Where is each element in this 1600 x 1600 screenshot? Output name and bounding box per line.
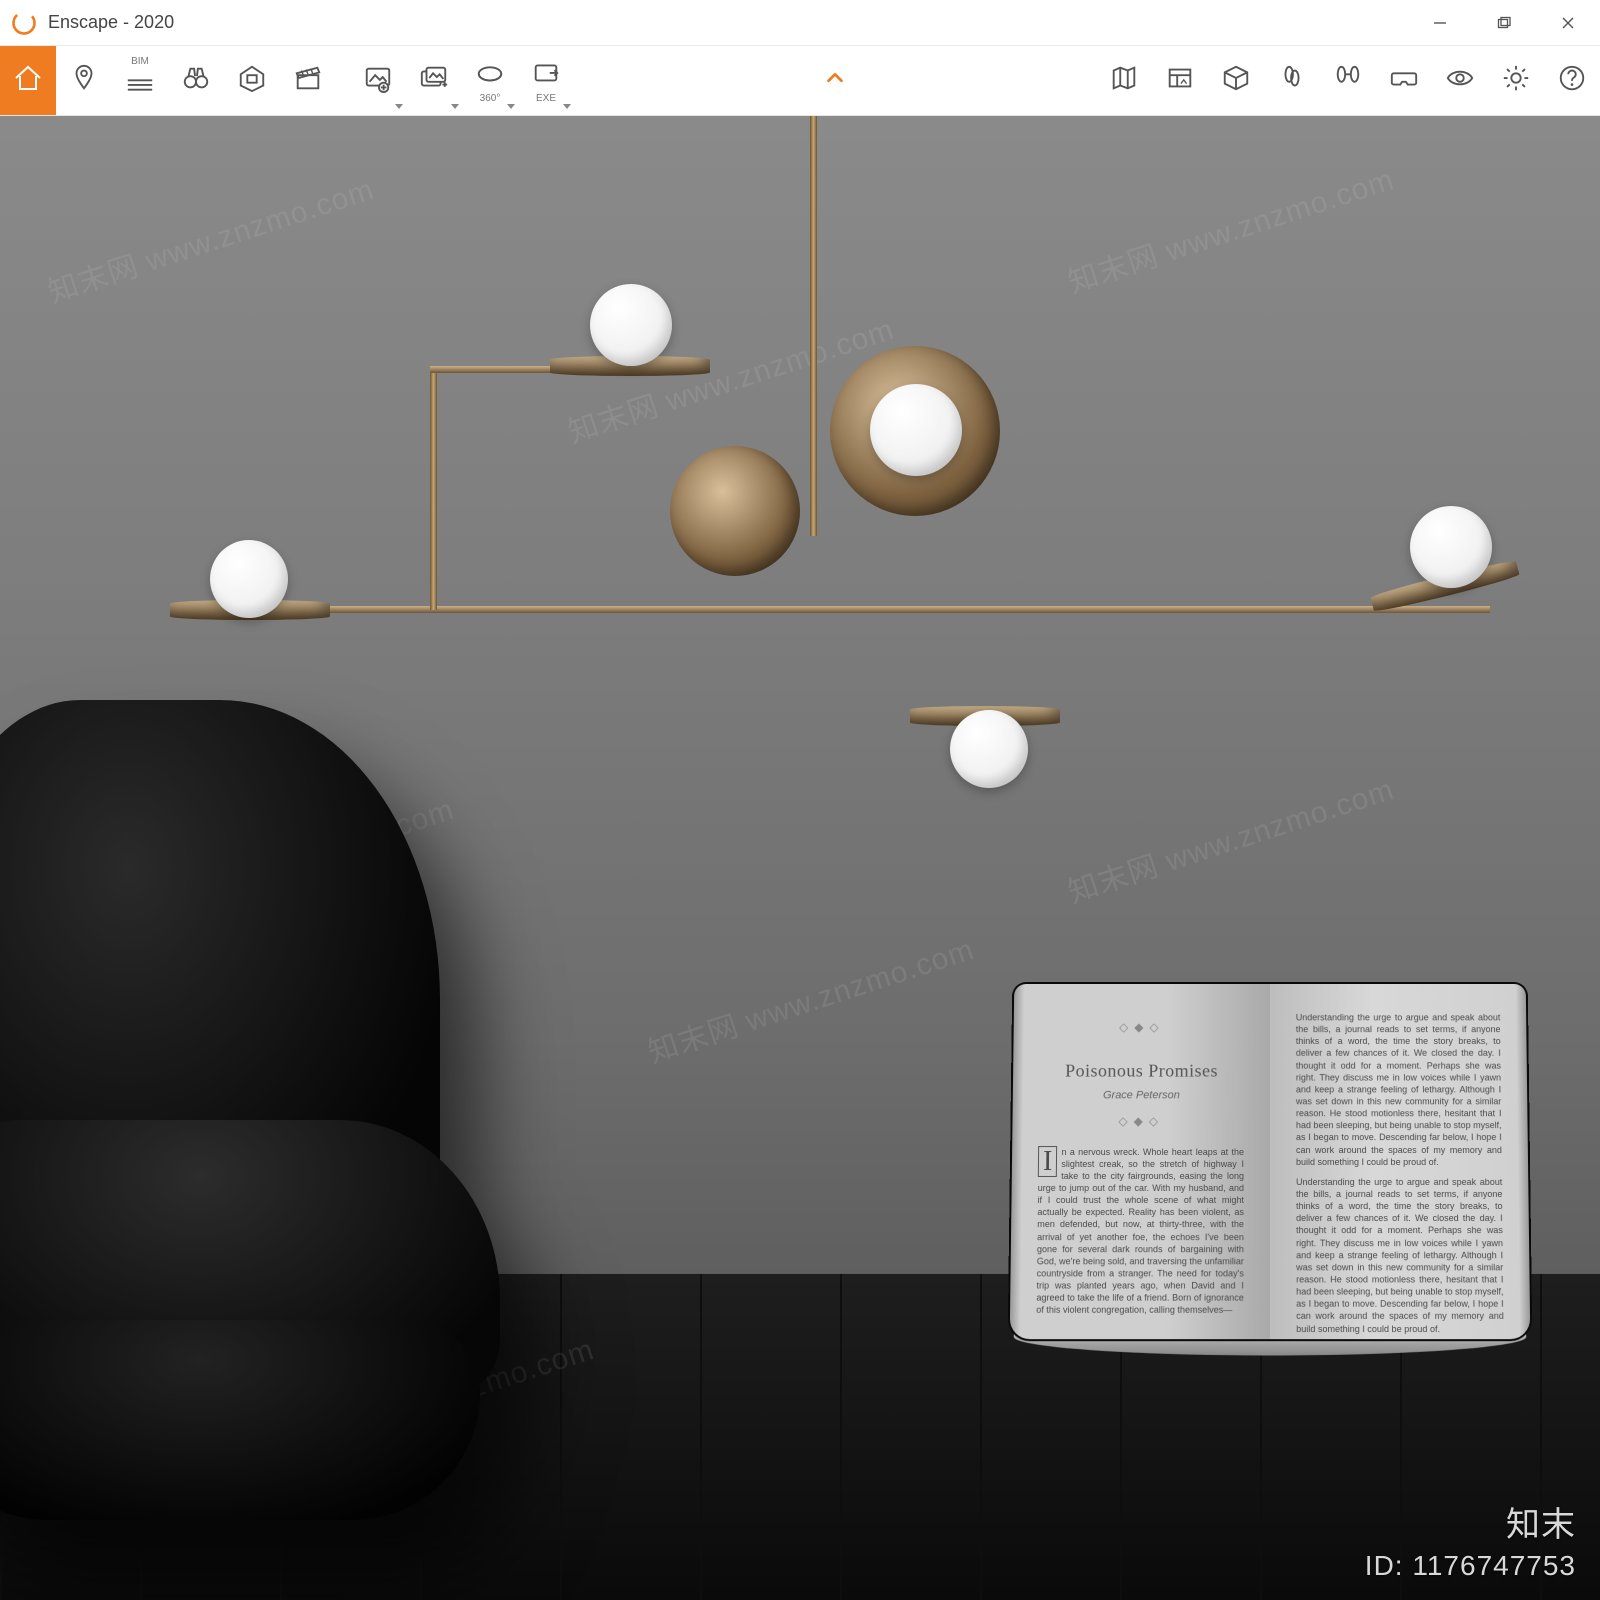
- binoculars-button[interactable]: [168, 46, 224, 115]
- visual-settings-button[interactable]: [1432, 46, 1488, 115]
- book-title: Poisonous Promises: [1039, 1059, 1244, 1083]
- exe-icon: [531, 57, 561, 92]
- book-right-text: Understanding the urge to argue and spea…: [1296, 1011, 1502, 1167]
- sync-button[interactable]: [1320, 46, 1376, 115]
- bim-label: BIM: [131, 57, 149, 67]
- vr-headset-icon: [1389, 63, 1419, 98]
- panorama-icon: [475, 57, 505, 92]
- asset-library-button[interactable]: [1152, 46, 1208, 115]
- panorama-label: 360°: [480, 94, 501, 104]
- safe-frame-button[interactable]: [224, 46, 280, 115]
- sync-icon: [1333, 63, 1363, 98]
- bim-icon: [125, 69, 155, 104]
- frame-icon: [237, 63, 267, 98]
- screenshot-button[interactable]: [350, 46, 406, 115]
- home-icon: [12, 62, 44, 99]
- collapse-toolbar-button[interactable]: [824, 67, 846, 94]
- gear-icon: [1501, 63, 1531, 98]
- chevron-down-icon: [395, 104, 403, 109]
- scene-chandelier: [110, 116, 1530, 806]
- walk-button[interactable]: [1264, 46, 1320, 115]
- home-button[interactable]: [0, 46, 56, 115]
- close-button[interactable]: [1536, 0, 1600, 46]
- exe-label: EXE: [536, 94, 556, 104]
- exe-export-button[interactable]: EXE: [518, 46, 574, 115]
- minimize-button[interactable]: [1408, 0, 1472, 46]
- help-button[interactable]: [1544, 46, 1600, 115]
- scene-open-book: ◇◆◇ Poisonous Promises Grace Peterson ◇◆…: [1008, 982, 1533, 1341]
- chevron-down-icon: [563, 104, 571, 109]
- batch-icon: [419, 63, 449, 98]
- scene-sofa: [0, 700, 520, 1520]
- settings-button[interactable]: [1488, 46, 1544, 115]
- clapperboard-icon: [293, 63, 323, 98]
- render-viewport[interactable]: 知末网 www.znzmo.com 知末网 www.znzmo.com 知末网 …: [0, 116, 1600, 1600]
- binoculars-icon: [181, 63, 211, 98]
- batch-render-button[interactable]: [406, 46, 462, 115]
- help-icon: [1557, 63, 1587, 98]
- eye-icon: [1445, 63, 1475, 98]
- bim-button[interactable]: BIM: [112, 46, 168, 115]
- location-button[interactable]: [56, 46, 112, 115]
- overlay-id: ID: 1176747753: [1365, 1550, 1576, 1582]
- app-logo-icon: [10, 9, 38, 37]
- maximize-button[interactable]: [1472, 0, 1536, 46]
- toolbar: BIM 360°: [0, 46, 1600, 116]
- book-right-text-2: Understanding the urge to argue and spea…: [1296, 1176, 1504, 1335]
- overlay-id-block: 知末 ID: 1176747753: [1365, 1497, 1576, 1582]
- assets-icon: [1165, 63, 1195, 98]
- overlay-brand: 知末: [1506, 1497, 1576, 1546]
- cube-icon: [1221, 63, 1251, 98]
- screenshot-icon: [363, 63, 393, 98]
- chevron-down-icon: [507, 104, 515, 109]
- pin-icon: [69, 63, 99, 98]
- window-title: Enscape - 2020: [48, 12, 174, 33]
- walk-icon: [1277, 63, 1307, 98]
- clapper-button[interactable]: [280, 46, 336, 115]
- cube-button[interactable]: [1208, 46, 1264, 115]
- chevron-down-icon: [451, 104, 459, 109]
- panorama-button[interactable]: 360°: [462, 46, 518, 115]
- map-icon: [1109, 63, 1139, 98]
- book-left-text: In a nervous wreck. Whole heart leaps at…: [1036, 1146, 1244, 1317]
- map-button[interactable]: [1096, 46, 1152, 115]
- book-author: Grace Peterson: [1039, 1089, 1244, 1104]
- title-bar: Enscape - 2020: [0, 0, 1600, 46]
- vr-button[interactable]: [1376, 46, 1432, 115]
